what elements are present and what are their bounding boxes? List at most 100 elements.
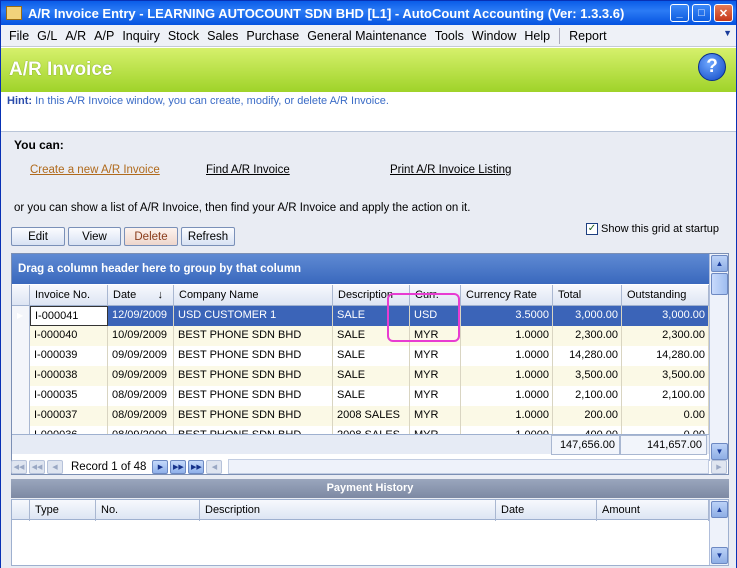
ph-vertical-scrollbar[interactable]: ▲ ▼: [709, 500, 728, 565]
ph-col-type[interactable]: Type: [30, 500, 96, 521]
cell-invoice-no: I-000038: [30, 366, 108, 386]
payment-history-title: Payment History: [11, 479, 729, 498]
refresh-button[interactable]: Refresh: [181, 227, 235, 246]
col-outstanding[interactable]: Outstanding: [622, 285, 709, 306]
help-icon[interactable]: ?: [698, 53, 726, 81]
footer-total: 147,656.00: [551, 435, 620, 455]
hint-label: Hint:: [7, 95, 33, 107]
ph-col-no[interactable]: No.: [96, 500, 200, 521]
cell-company: USD CUSTOMER 1: [174, 306, 333, 326]
print-listing-link[interactable]: Print A/R Invoice Listing: [390, 164, 511, 176]
app-window: A/R Invoice Entry - LEARNING AUTOCOUNT S…: [0, 0, 737, 568]
cell-invoice-no: I-000035: [30, 386, 108, 406]
row-selector[interactable]: [12, 426, 30, 434]
menu-inquiry[interactable]: Inquiry: [118, 29, 164, 43]
cell-date: 10/09/2009: [108, 326, 174, 346]
maximize-button[interactable]: □: [692, 4, 711, 22]
menu-general-maintenance[interactable]: General Maintenance: [303, 29, 431, 43]
menu-tools[interactable]: Tools: [431, 29, 468, 43]
row-selector[interactable]: [12, 406, 30, 426]
show-grid-label: Show this grid at startup: [601, 223, 720, 235]
cell-outstanding: 2,300.00: [622, 326, 709, 346]
chevron-down-icon[interactable]: ▼: [723, 28, 732, 38]
scroll-left-icon[interactable]: ◀: [206, 459, 223, 474]
scroll-thumb[interactable]: [711, 273, 728, 295]
menu-gl[interactable]: G/L: [33, 29, 61, 43]
menu-file[interactable]: File: [1, 29, 33, 43]
show-grid-checkbox[interactable]: ✓ Show this grid at startup: [586, 223, 719, 235]
row-selector[interactable]: [12, 386, 30, 406]
window-title: A/R Invoice Entry - LEARNING AUTOCOUNT S…: [28, 5, 625, 21]
table-row[interactable]: ▶ I-000041 12/09/2009 USD CUSTOMER 1 SALE USD…: [12, 306, 709, 326]
cell-company: BEST PHONE SDN BHD: [174, 326, 333, 346]
table-row[interactable]: I-000037 08/09/2009 BEST PHONE SDN BHD 2008…: [12, 406, 709, 426]
prev-record-icon[interactable]: ◀: [47, 459, 63, 474]
col-company-name[interactable]: Company Name: [174, 285, 333, 306]
cell-description: 2008 SALES: [333, 406, 410, 426]
table-row[interactable]: I-000038 09/09/2009 BEST PHONE SDN BHD SALE…: [12, 366, 709, 386]
first-record-icon[interactable]: ◀◀: [11, 459, 27, 474]
table-row[interactable]: I-00003608/09/2009BEST PHONE SDN BHD2008…: [12, 426, 709, 434]
ph-col-date[interactable]: Date: [496, 500, 597, 521]
delete-button[interactable]: Delete: [124, 227, 178, 246]
col-description[interactable]: Description: [333, 285, 410, 306]
menu-ar[interactable]: A/R: [61, 29, 90, 43]
col-total[interactable]: Total: [553, 285, 622, 306]
table-row[interactable]: I-000039 09/09/2009 BEST PHONE SDN BHD SALE…: [12, 346, 709, 366]
table-row[interactable]: I-000040 10/09/2009 BEST PHONE SDN BHD SALE…: [12, 326, 709, 346]
cell-date: 08/09/2009: [108, 386, 174, 406]
app-icon: [6, 6, 22, 20]
cell-company: BEST PHONE SDN BHD: [174, 426, 333, 434]
ph-scroll-down-icon[interactable]: ▼: [711, 547, 728, 564]
view-button[interactable]: View: [68, 227, 121, 246]
cell-currency: USD: [410, 306, 461, 326]
current-row-indicator-icon[interactable]: ▶: [12, 306, 30, 326]
find-invoice-link[interactable]: Find A/R Invoice: [206, 164, 290, 176]
scroll-up-icon[interactable]: ▲: [711, 255, 728, 272]
ph-col-description[interactable]: Description: [200, 500, 496, 521]
record-navigator: ◀◀ ◀◀ ◀ Record 1 of 48 ▶ ▶▶ ▶▶ ◀ ▶: [11, 457, 729, 476]
group-by-panel[interactable]: Drag a column header here to group by th…: [12, 254, 709, 284]
create-invoice-link[interactable]: Create a new A/R Invoice: [30, 164, 160, 176]
table-row[interactable]: I-000035 08/09/2009 BEST PHONE SDN BHD SALE…: [12, 386, 709, 406]
cell-outstanding: 3,500.00: [622, 366, 709, 386]
row-selector-header: [12, 285, 30, 306]
col-currency-rate[interactable]: Currency Rate: [461, 285, 553, 306]
ph-col-amount[interactable]: Amount: [597, 500, 709, 521]
cell-currency: MYR: [410, 426, 461, 434]
col-date[interactable]: Date ↓: [108, 285, 174, 306]
hint-text: In this A/R Invoice window, you can crea…: [35, 95, 389, 107]
row-selector[interactable]: [12, 326, 30, 346]
cell-currency: MYR: [410, 406, 461, 426]
cell-invoice-no: I-000036: [30, 426, 108, 434]
menu-purchase[interactable]: Purchase: [242, 29, 303, 43]
horizontal-scrollbar[interactable]: [228, 459, 709, 474]
menu-window[interactable]: Window: [468, 29, 520, 43]
close-button[interactable]: ✕: [714, 4, 733, 22]
cell-invoice-no: I-000039: [30, 346, 108, 366]
cell-rate: 1.0000: [461, 406, 553, 426]
minimize-button[interactable]: _: [670, 4, 689, 22]
menu-ap[interactable]: A/P: [90, 29, 118, 43]
checkbox-checked-icon[interactable]: ✓: [586, 223, 598, 235]
row-selector[interactable]: [12, 366, 30, 386]
cell-rate: 1.0000: [461, 366, 553, 386]
page-title: A/R Invoice: [9, 59, 113, 80]
next-record-icon[interactable]: ▶: [152, 459, 169, 474]
menu-stock[interactable]: Stock: [164, 29, 203, 43]
cell-outstanding: 2,100.00: [622, 386, 709, 406]
cell-total: 2,300.00: [553, 326, 622, 346]
last-record-icon[interactable]: ▶▶: [188, 459, 205, 474]
scroll-right-icon[interactable]: ▶: [711, 459, 727, 474]
row-selector[interactable]: [12, 346, 30, 366]
prev-page-icon[interactable]: ◀◀: [29, 459, 45, 474]
edit-button[interactable]: Edit: [11, 227, 65, 246]
vertical-scrollbar[interactable]: ▲ ▼: [709, 254, 728, 461]
next-page-icon[interactable]: ▶▶: [170, 459, 187, 474]
menu-sales[interactable]: Sales: [203, 29, 242, 43]
menu-help[interactable]: Help: [520, 29, 554, 43]
col-invoice-no[interactable]: Invoice No.: [30, 285, 108, 306]
col-currency[interactable]: Curr.: [410, 285, 461, 306]
menu-report[interactable]: Report: [565, 29, 611, 43]
ph-scroll-up-icon[interactable]: ▲: [711, 501, 728, 518]
